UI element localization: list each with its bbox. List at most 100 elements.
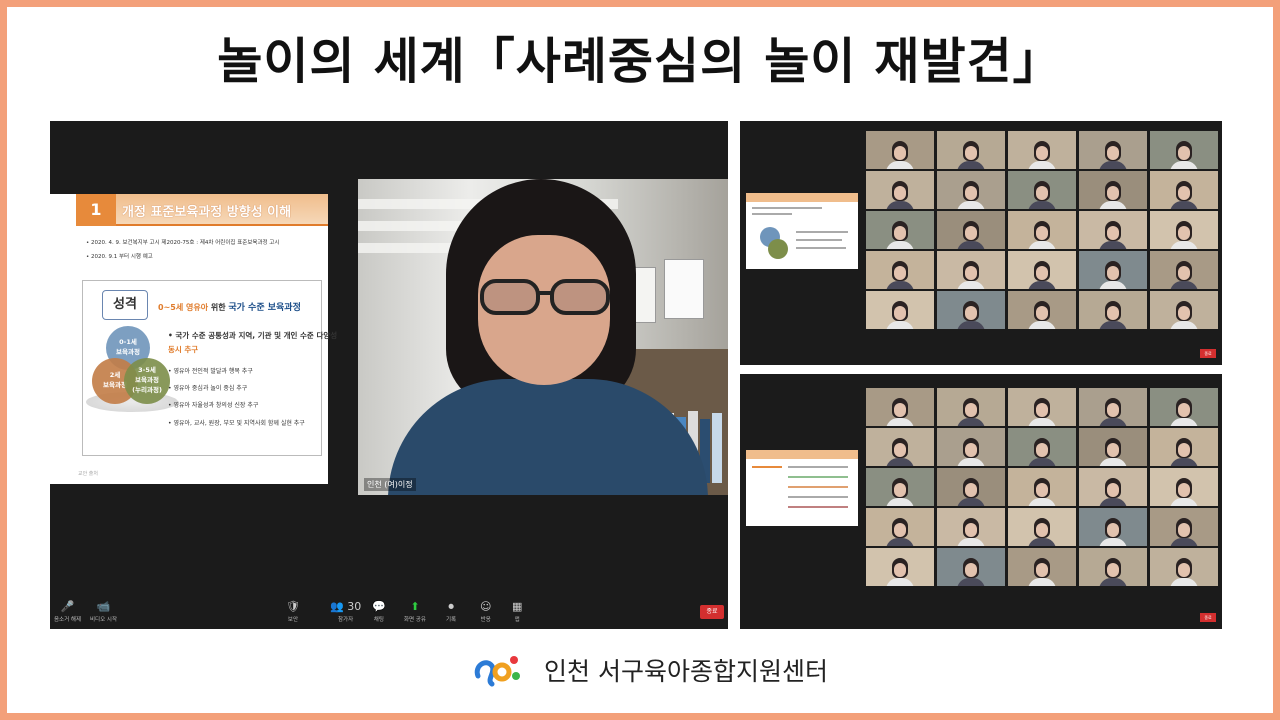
reactions-button[interactable]: ☺ 반응 — [480, 599, 491, 623]
participant-tile[interactable] — [1079, 548, 1147, 586]
participant-tile[interactable] — [866, 388, 934, 426]
participant-tile[interactable] — [866, 251, 934, 289]
participant-tile[interactable] — [1150, 508, 1218, 546]
participant-tile[interactable] — [1150, 468, 1218, 506]
participant-tile[interactable] — [937, 211, 1005, 249]
share-screen-button[interactable]: ⬆ 화면 공유 — [404, 599, 426, 623]
participant-face — [894, 225, 906, 240]
participant-tile[interactable] — [1008, 428, 1076, 466]
center-name: 인천 서구육아종합지원센터 — [544, 657, 828, 686]
character-desc-mid: 위한 — [208, 303, 229, 312]
participant-tile[interactable] — [866, 508, 934, 546]
participant-tile[interactable] — [1150, 251, 1218, 289]
participant-tile[interactable] — [1008, 291, 1076, 329]
participant-tile[interactable] — [1008, 211, 1076, 249]
participant-tile[interactable] — [1079, 291, 1147, 329]
participant-tile[interactable] — [937, 388, 1005, 426]
speaker-video[interactable]: 인천 (여)이정 — [358, 179, 728, 495]
participant-body — [1028, 280, 1056, 289]
record-button[interactable]: ⏺ 기록 — [446, 599, 456, 623]
participant-tile[interactable] — [937, 548, 1005, 586]
participant-tile[interactable] — [866, 131, 934, 169]
participant-body — [1170, 320, 1198, 329]
participant-face — [965, 305, 977, 320]
participant-tile[interactable] — [1079, 428, 1147, 466]
participant-tile[interactable] — [1008, 548, 1076, 586]
participant-face — [1107, 482, 1119, 497]
participant-face — [1107, 225, 1119, 240]
apps-button[interactable]: ▦ 앱 — [512, 599, 522, 623]
security-button[interactable]: 🛡 보안 — [286, 599, 300, 623]
end-meeting-button[interactable]: 종료 — [1200, 613, 1216, 622]
participant-tile[interactable] — [1079, 171, 1147, 209]
participant-body — [886, 320, 914, 329]
participant-tile[interactable] — [866, 291, 934, 329]
participant-body — [957, 457, 985, 466]
wall-certificate — [664, 259, 704, 319]
participant-tile[interactable] — [1008, 468, 1076, 506]
zoom-gallery-window: 종료 — [740, 374, 1222, 629]
page-title: 놀이의 세계「사례중심의 놀이 재발견」 — [217, 33, 1063, 90]
participant-tile[interactable] — [1079, 211, 1147, 249]
chat-label: 채팅 — [373, 617, 384, 623]
thumbnail-header — [746, 193, 858, 202]
participant-face — [1178, 562, 1190, 577]
participant-face — [894, 442, 906, 457]
chat-button[interactable]: 💬 채팅 — [372, 599, 386, 623]
participant-body — [1170, 280, 1198, 289]
participant-tile[interactable] — [1150, 388, 1218, 426]
participant-tile[interactable] — [866, 548, 934, 586]
participant-tile[interactable] — [1008, 251, 1076, 289]
participant-tile[interactable] — [1150, 548, 1218, 586]
participant-tile[interactable] — [1079, 468, 1147, 506]
participant-tile[interactable] — [866, 468, 934, 506]
participant-face — [1036, 305, 1048, 320]
participant-tile[interactable] — [1150, 428, 1218, 466]
character-badge: 성격 — [102, 290, 148, 320]
mute-button[interactable]: 🎤 음소거 해제 — [54, 599, 81, 623]
participant-body — [886, 280, 914, 289]
end-meeting-button[interactable]: 종료 — [1200, 349, 1216, 358]
participant-face — [894, 265, 906, 280]
participant-tile[interactable] — [1150, 291, 1218, 329]
participant-tile[interactable] — [1079, 131, 1147, 169]
participant-body — [1099, 537, 1127, 546]
participant-tile[interactable] — [937, 251, 1005, 289]
participant-tile[interactable] — [1150, 171, 1218, 209]
participant-tile[interactable] — [1008, 131, 1076, 169]
participant-tile[interactable] — [1008, 388, 1076, 426]
participant-body — [1028, 240, 1056, 249]
participant-body — [1170, 537, 1198, 546]
participant-face — [894, 482, 906, 497]
participant-tile[interactable] — [866, 211, 934, 249]
participant-body — [1028, 577, 1056, 586]
participant-face — [1036, 562, 1048, 577]
participant-tile[interactable] — [937, 171, 1005, 209]
mute-label: 음소거 해제 — [54, 617, 82, 623]
thumbnail-circle — [768, 239, 788, 259]
participant-tile[interactable] — [1008, 171, 1076, 209]
participant-tile[interactable] — [1079, 388, 1147, 426]
participant-face — [894, 145, 906, 160]
participant-tile[interactable] — [937, 131, 1005, 169]
participant-face — [894, 185, 906, 200]
participant-face — [1036, 265, 1048, 280]
participant-tile[interactable] — [866, 428, 934, 466]
participant-tile[interactable] — [1008, 508, 1076, 546]
participant-tile[interactable] — [1079, 251, 1147, 289]
video-button[interactable]: 📹 비디오 시작 — [90, 599, 117, 623]
participant-tile[interactable] — [937, 468, 1005, 506]
end-meeting-button[interactable]: 종료 — [700, 605, 724, 619]
participant-tile[interactable] — [866, 171, 934, 209]
participant-tile[interactable] — [1150, 131, 1218, 169]
participant-tile[interactable] — [937, 291, 1005, 329]
participant-tile[interactable] — [1150, 211, 1218, 249]
participant-tile[interactable] — [937, 508, 1005, 546]
security-icon: 🛡 — [286, 600, 300, 613]
thumbnail-line — [788, 496, 848, 498]
participant-tile[interactable] — [1079, 508, 1147, 546]
participants-button[interactable]: 👥 30 참가자 — [330, 599, 361, 623]
book — [712, 413, 722, 483]
participant-tile[interactable] — [937, 428, 1005, 466]
reactions-label: 반응 — [480, 617, 491, 623]
